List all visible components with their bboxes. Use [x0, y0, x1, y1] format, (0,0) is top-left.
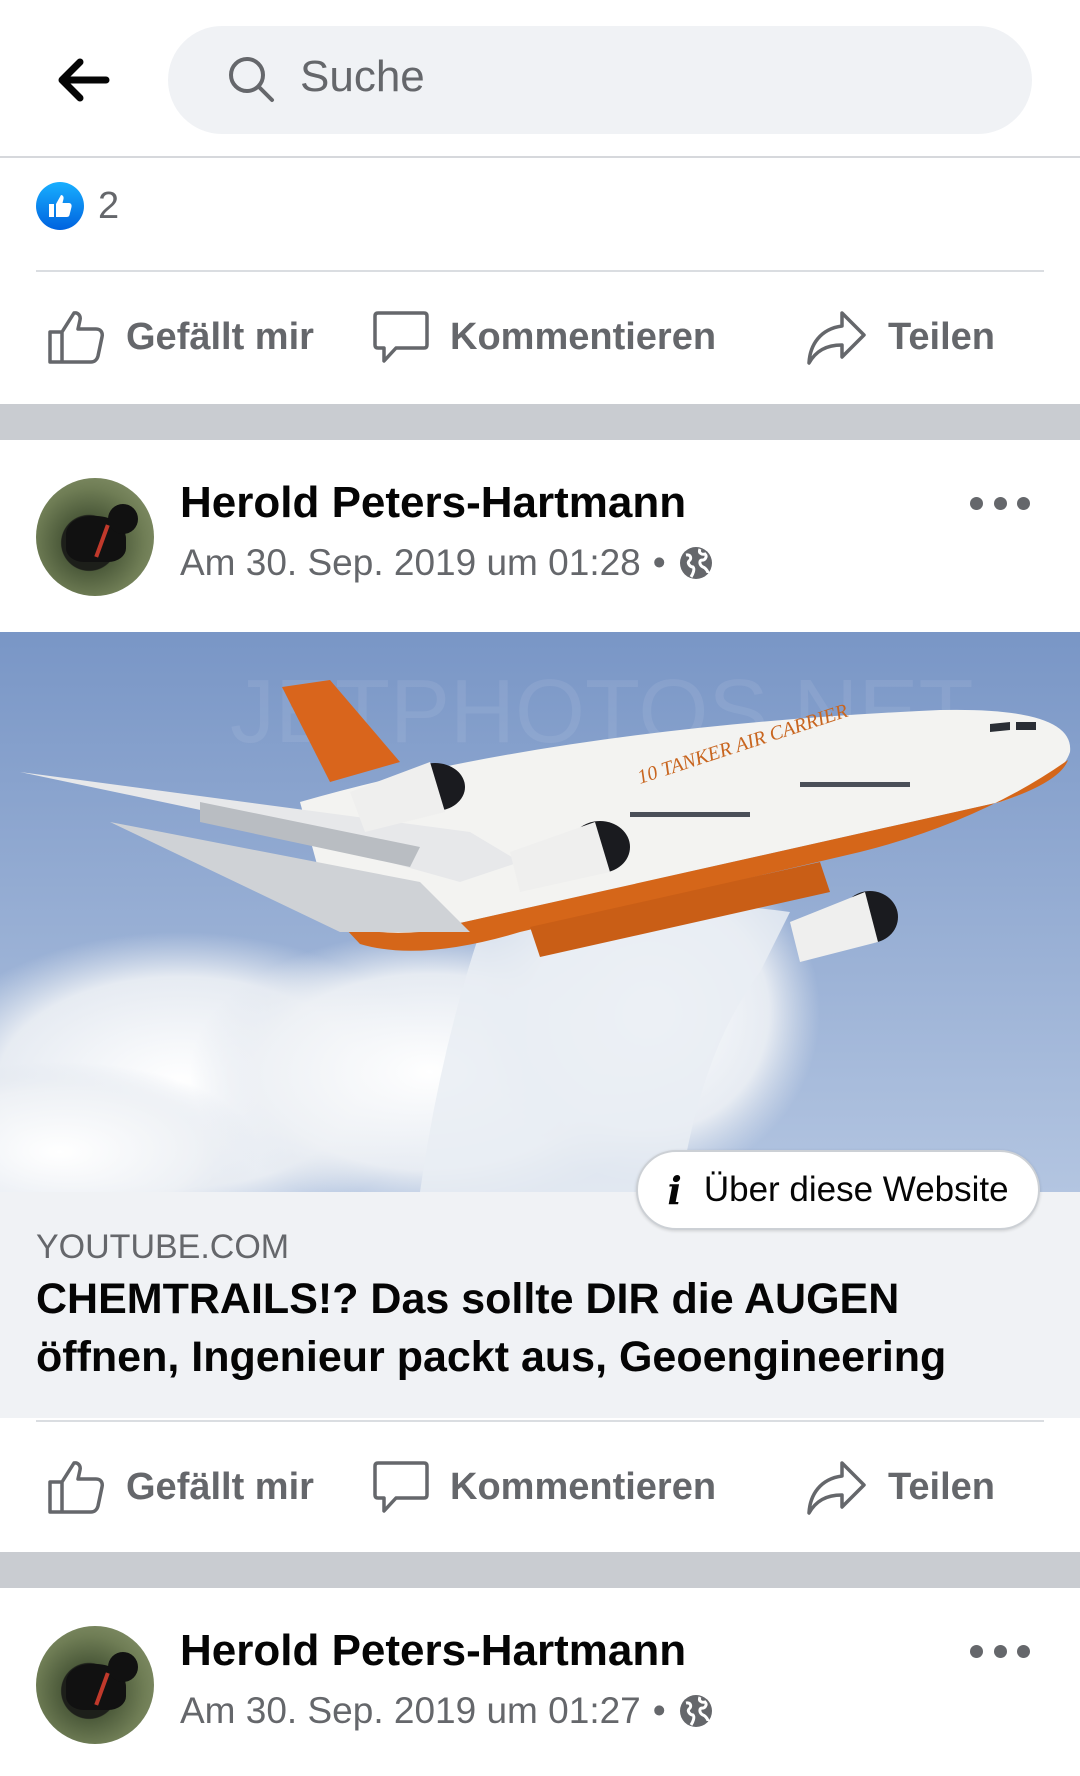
globe-icon: [679, 1695, 712, 1727]
comment-label: Kommentieren: [450, 315, 717, 358]
avatar[interactable]: [36, 478, 154, 596]
thumbs-up-icon: [48, 311, 104, 364]
link-title[interactable]: CHEMTRAILS!? Das sollte DIR die AUGEN öf…: [36, 1270, 1046, 1386]
divider: [36, 270, 1044, 272]
link-domain: YOUTUBE.COM: [36, 1228, 290, 1266]
post-header: Herold Peters-Hartmann Am 30. Sep. 2019 …: [0, 478, 1080, 628]
comment-label: Kommentieren: [450, 1465, 717, 1508]
more-options-icon[interactable]: [970, 1636, 1030, 1666]
search-placeholder: Suche: [300, 52, 425, 101]
globe-icon: [679, 547, 712, 579]
author-name[interactable]: Herold Peters-Hartmann: [180, 478, 686, 528]
share-button[interactable]: Teilen: [806, 292, 995, 382]
share-icon: [807, 1461, 866, 1515]
like-label: Gefällt mir: [126, 1465, 314, 1508]
comment-button[interactable]: Kommentieren: [372, 1442, 716, 1532]
post-timestamp[interactable]: Am 30. Sep. 2019 um 01:27: [180, 1690, 641, 1732]
separator-dot: •: [652, 542, 666, 583]
feed-separator: [0, 404, 1080, 440]
post-header: Herold Peters-Hartmann Am 30. Sep. 2019 …: [0, 1626, 1080, 1776]
share-label: Teilen: [888, 1465, 995, 1508]
like-button[interactable]: Gefällt mir: [46, 292, 314, 382]
divider: [36, 1420, 1044, 1422]
share-label: Teilen: [888, 315, 995, 358]
search-icon: [226, 54, 276, 109]
author-name[interactable]: Herold Peters-Hartmann: [180, 1626, 686, 1676]
action-bar: Gefällt mir Kommentieren Teilen: [0, 292, 1080, 382]
top-bar: Suche: [0, 0, 1080, 158]
thumbs-up-icon: [48, 1461, 104, 1514]
like-button[interactable]: Gefällt mir: [46, 1442, 314, 1532]
share-button[interactable]: Teilen: [806, 1442, 995, 1532]
share-icon: [807, 311, 866, 365]
more-options-icon[interactable]: [970, 488, 1030, 518]
like-label: Gefällt mir: [126, 315, 314, 358]
post-timestamp[interactable]: Am 30. Sep. 2019 um 01:28: [180, 542, 641, 584]
search-input[interactable]: Suche: [168, 26, 1032, 134]
airplane-photo: JETPHOTOS.NET 10 TANKER AIR CARRIER: [0, 632, 1080, 1192]
comment-icon: [373, 311, 429, 363]
comment-icon: [373, 1461, 429, 1513]
back-arrow-icon[interactable]: [48, 48, 120, 112]
action-bar: Gefällt mir Kommentieren Teilen: [0, 1442, 1080, 1532]
post-meta: Am 30. Sep. 2019 um 01:28 •: [180, 542, 714, 584]
info-icon: i: [667, 1167, 682, 1213]
post-meta: Am 30. Sep. 2019 um 01:27 •: [180, 1690, 714, 1732]
like-reaction-icon: [36, 182, 84, 230]
comment-button[interactable]: Kommentieren: [372, 292, 716, 382]
reaction-summary[interactable]: 2: [36, 182, 119, 230]
separator-dot: •: [652, 1690, 666, 1731]
link-preview-image[interactable]: JETPHOTOS.NET 10 TANKER AIR CARRIER: [0, 632, 1080, 1192]
feed-separator: [0, 1552, 1080, 1588]
about-website-button[interactable]: i Über diese Website: [636, 1150, 1040, 1230]
about-website-label: Über diese Website: [703, 1170, 1009, 1209]
reaction-count: 2: [98, 184, 120, 227]
avatar[interactable]: [36, 1626, 154, 1744]
